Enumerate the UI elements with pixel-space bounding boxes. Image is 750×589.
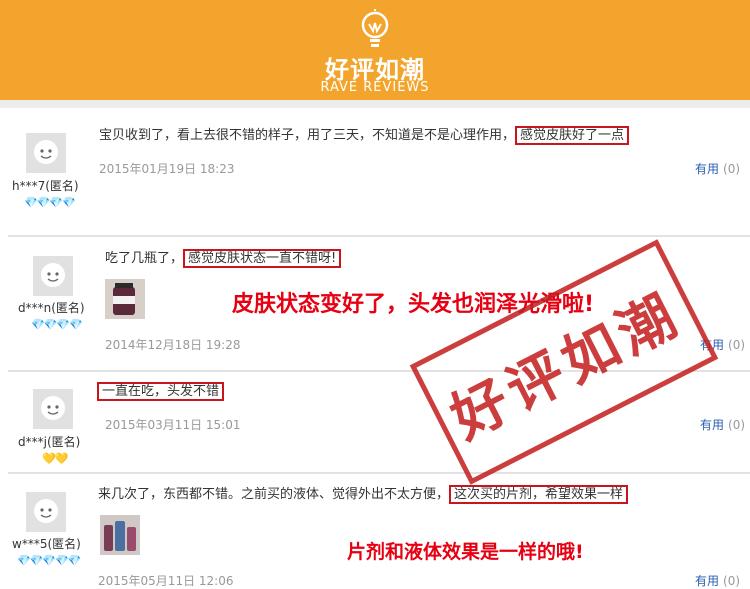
avatar (26, 133, 66, 173)
avatar (26, 492, 66, 532)
highlight-box: 一直在吃，头发不错 (97, 382, 225, 401)
review-photo[interactable] (105, 279, 145, 319)
avatar (33, 389, 73, 429)
annotation-text: 片剂和液体效果是一样的哦! (347, 541, 584, 563)
rating-hearts: 💎💎💎💎 (31, 318, 83, 331)
helpful-button[interactable]: 有用 (0) (700, 416, 745, 433)
review-text: 来几次了，东西都不错。之前买的液体、觉得外出不太方便， 这次买的片剂，希望效果一样 (98, 484, 629, 506)
review-text: 吃了几瓶了， 感觉皮肤状态一直不错呀! (105, 248, 342, 270)
review-text: 一直在吃，头发不错 (97, 381, 225, 403)
rating-hearts: 💎💎💎💎💎 (17, 554, 81, 567)
highlight-box: 这次买的片剂，希望效果一样 (449, 485, 629, 504)
highlight-box: 感觉皮肤状态一直不错呀! (183, 249, 342, 268)
review-date: 2015年05月11日 12:06 (98, 574, 234, 588)
avatar (33, 256, 73, 296)
helpful-button[interactable]: 有用 (0) (695, 160, 740, 177)
username: d***n(匿名) (18, 301, 85, 315)
review-separator (8, 472, 750, 474)
highlight-box: 感觉皮肤好了一点 (515, 126, 630, 145)
username: d***j(匿名) (18, 435, 81, 449)
review-photo[interactable] (100, 515, 140, 555)
review-date: 2014年12月18日 19:28 (105, 338, 241, 352)
helpful-button[interactable]: 有用 (0) (695, 572, 740, 589)
reviews-header: 好评如潮 RAVE REVIEWS (0, 0, 750, 100)
header-divider (0, 100, 750, 108)
rating-hearts: 💛💛 (42, 452, 68, 465)
username: h***7(匿名) (12, 179, 79, 193)
review-separator (8, 235, 750, 237)
rating-hearts: 💎💎💎💎 (24, 196, 76, 209)
review-text: 宝贝收到了，看上去很不错的样子，用了三天，不知道是不是心理作用， 感觉皮肤好了一点 (99, 125, 630, 147)
username: w***5(匿名) (12, 537, 81, 551)
lightbulb-icon (361, 9, 389, 47)
header-subtitle: RAVE REVIEWS (320, 80, 430, 95)
review-date: 2015年03月11日 15:01 (105, 418, 241, 432)
review-date: 2015年01月19日 18:23 (99, 162, 235, 176)
rave-reviews-stamp: 好评如潮 (409, 239, 719, 485)
